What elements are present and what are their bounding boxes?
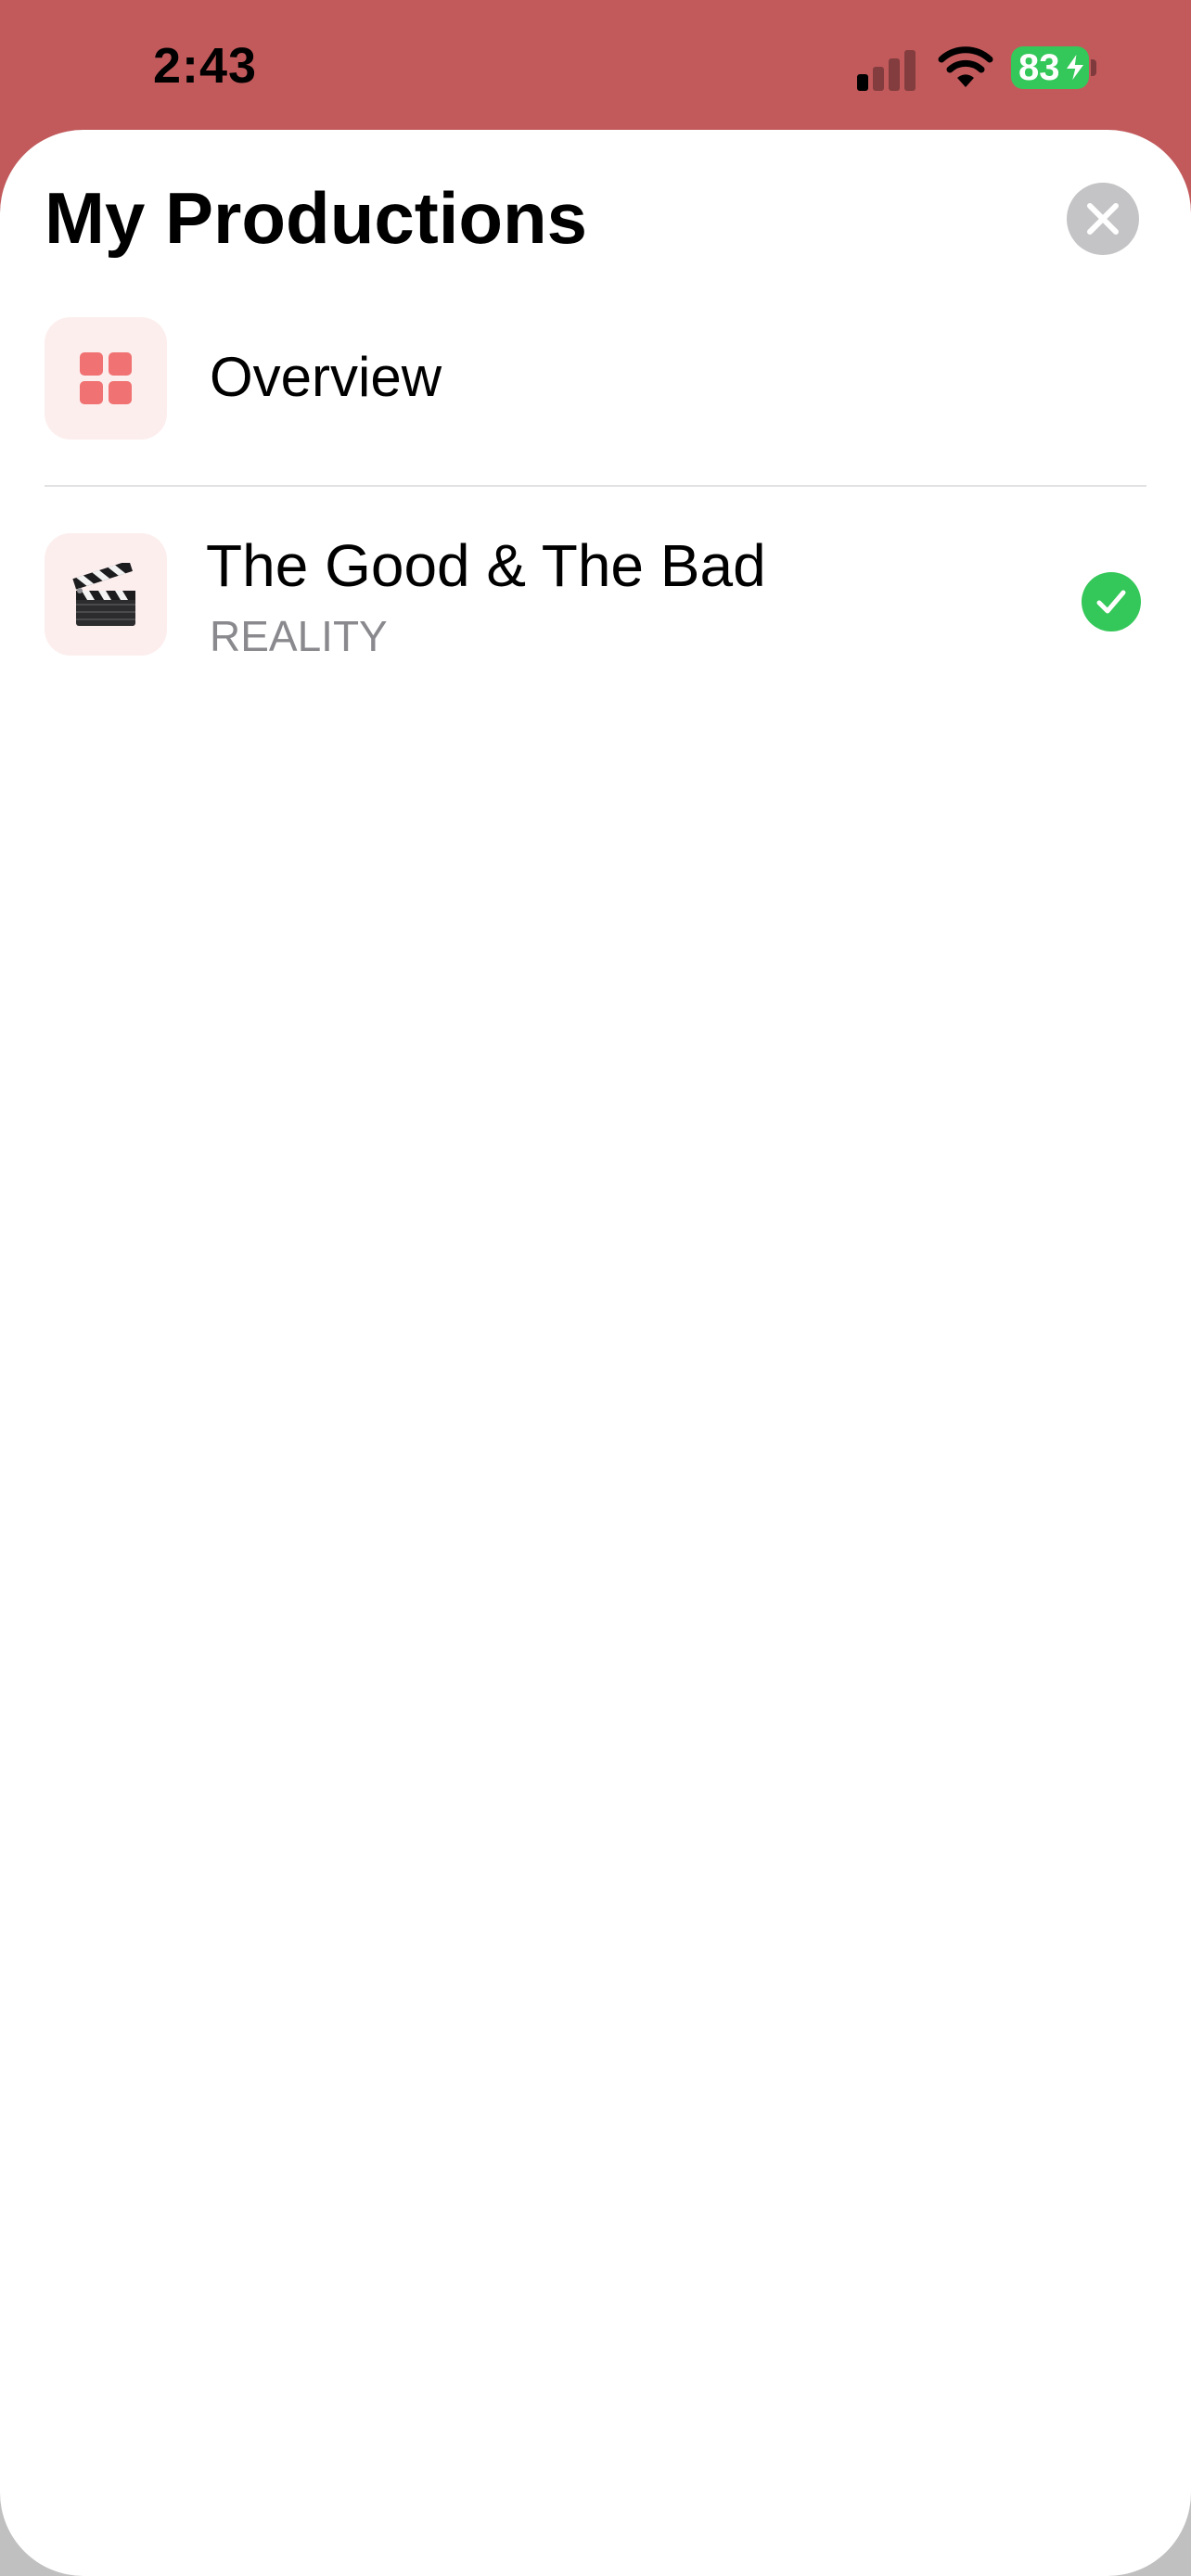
row-divider (45, 485, 1146, 487)
wifi-icon (938, 46, 993, 87)
production-genre: REALITY (210, 612, 388, 660)
overview-tile (45, 317, 167, 440)
status-time: 2:43 (153, 38, 258, 94)
clapperboard-icon (72, 563, 135, 626)
status-bar: 2:43 83 (0, 0, 1191, 130)
close-icon (1087, 203, 1119, 235)
sheet-title: My Productions (45, 177, 588, 259)
battery-tip (1091, 59, 1096, 76)
overview-row[interactable]: Overview (45, 317, 1146, 440)
battery-level: 83 (1018, 47, 1060, 88)
production-tile (45, 533, 167, 656)
production-title: The Good & The Bad (206, 532, 766, 599)
checkmark-circle-icon (1082, 572, 1141, 631)
overview-label: Overview (210, 346, 442, 408)
grid-icon (80, 352, 132, 404)
cellular-signal-icon (857, 48, 918, 91)
close-button[interactable] (1067, 183, 1139, 255)
production-row[interactable]: The Good & The Bad REALITY (45, 532, 1146, 660)
charging-bolt-icon (1063, 51, 1087, 84)
productions-sheet: My Productions Overview The Good & The B… (0, 130, 1191, 2576)
